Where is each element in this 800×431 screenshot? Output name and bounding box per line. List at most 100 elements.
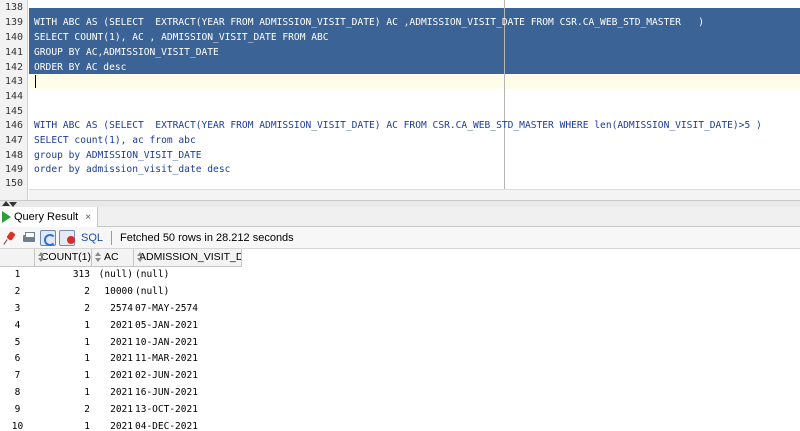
row-number-header bbox=[0, 249, 35, 267]
cell-count[interactable]: 1 bbox=[35, 368, 92, 385]
close-tab-button[interactable]: × bbox=[85, 212, 91, 223]
pin-icon[interactable] bbox=[2, 230, 18, 246]
grid-body: 1 313 (null) (null) 2 2 10000 (null) 3 2… bbox=[0, 267, 260, 431]
cell-count[interactable]: 1 bbox=[35, 351, 92, 368]
column-header-label: ADMISSION_VISIT_DATE bbox=[139, 251, 241, 263]
code-line-selected[interactable]: GROUP BY AC,ADMISSION_VISIT_DATE bbox=[34, 45, 219, 60]
table-row[interactable]: 10 1 2021 04-DEC-2021 bbox=[0, 419, 260, 431]
cell-ac[interactable]: 2021 bbox=[92, 402, 134, 419]
column-header-ac[interactable]: AC bbox=[92, 249, 134, 267]
code-line-selected[interactable]: SELECT COUNT(1), AC , ADMISSION_VISIT_DA… bbox=[34, 30, 329, 45]
fetch-status: Fetched 50 rows in 28.212 seconds bbox=[120, 231, 294, 244]
code-line[interactable]: SELECT count(1), ac from abc bbox=[34, 133, 196, 148]
row-number: 1 bbox=[14, 269, 21, 280]
row-number: 2 bbox=[14, 285, 21, 297]
text-caret bbox=[35, 75, 36, 88]
line-number: 144 bbox=[4, 91, 23, 102]
line-number: 146 bbox=[4, 120, 23, 131]
row-number: 6 bbox=[14, 353, 21, 365]
tab-query-result[interactable]: Query Result × bbox=[0, 207, 99, 227]
current-line-highlight bbox=[29, 74, 800, 89]
code-line[interactable]: WITH ABC AS (SELECT EXTRACT(YEAR FROM AD… bbox=[34, 118, 762, 133]
code-line-selected[interactable]: WITH ABC AS (SELECT EXTRACT(YEAR FROM AD… bbox=[34, 15, 704, 30]
table-row[interactable]: 9 2 2021 13-OCT-2021 bbox=[0, 402, 260, 419]
line-number: 143 bbox=[4, 76, 23, 87]
sort-icon[interactable] bbox=[95, 252, 102, 263]
cell-ac[interactable]: 2021 bbox=[92, 368, 134, 385]
column-header-count[interactable]: COUNT(1) bbox=[35, 249, 92, 267]
cell-date[interactable]: (null) bbox=[134, 284, 242, 301]
line-number: 142 bbox=[4, 62, 23, 73]
result-toolbar: SQL Fetched 50 rows in 28.212 seconds bbox=[0, 227, 800, 249]
cell-count[interactable]: 1 bbox=[35, 335, 92, 352]
row-number: 3 bbox=[14, 302, 21, 314]
line-number-gutter: 138 139 140 141 142 143 144 145 146 147 … bbox=[0, 0, 28, 200]
cell-ac[interactable]: 2021 bbox=[92, 318, 134, 335]
code-line[interactable]: order by admission_visit_date desc bbox=[34, 162, 230, 177]
code-line[interactable]: group by ADMISSION_VISIT_DATE bbox=[34, 148, 202, 163]
row-number: 5 bbox=[14, 336, 21, 348]
cell-count[interactable]: 2 bbox=[35, 402, 92, 419]
cell-count[interactable]: 313 bbox=[35, 267, 92, 284]
line-number: 139 bbox=[4, 17, 23, 28]
toolbar-divider bbox=[111, 230, 113, 245]
line-number: 138 bbox=[4, 2, 23, 13]
cell-count[interactable]: 2 bbox=[35, 301, 92, 318]
cell-ac[interactable]: 2574 bbox=[92, 301, 134, 318]
column-header-admission-visit-date[interactable]: ADMISSION_VISIT_DATE bbox=[134, 249, 242, 267]
row-number: 10 bbox=[11, 421, 24, 431]
tab-label: Query Result bbox=[14, 211, 79, 223]
code-line-selected[interactable]: ORDER BY AC desc bbox=[34, 60, 126, 75]
result-tab-bar: Query Result × bbox=[0, 207, 800, 227]
cell-ac[interactable]: 10000 bbox=[92, 284, 134, 301]
cell-count[interactable]: 1 bbox=[35, 318, 92, 335]
sql-editor[interactable]: 138 139 140 141 142 143 144 145 146 147 … bbox=[0, 0, 800, 200]
cell-date[interactable]: 16-JUN-2021 bbox=[134, 385, 242, 402]
table-row[interactable]: 1 313 (null) (null) bbox=[0, 267, 260, 284]
editor-horizontal-scrollbar[interactable] bbox=[29, 189, 800, 200]
run-icon bbox=[2, 211, 11, 223]
cell-date[interactable]: 05-JAN-2021 bbox=[134, 318, 242, 335]
table-row[interactable]: 3 2 2574 07-MAY-2574 bbox=[0, 301, 260, 318]
refresh-icon[interactable] bbox=[40, 229, 56, 246]
table-row[interactable]: 8 1 2021 16-JUN-2021 bbox=[0, 385, 260, 402]
cell-date[interactable]: 13-OCT-2021 bbox=[134, 402, 242, 419]
table-row[interactable]: 4 1 2021 05-JAN-2021 bbox=[0, 318, 260, 335]
cell-date[interactable]: 07-MAY-2574 bbox=[134, 301, 242, 318]
row-number: 7 bbox=[14, 370, 21, 382]
sort-icon[interactable] bbox=[38, 252, 43, 263]
sql-button[interactable]: SQL bbox=[81, 232, 103, 244]
cell-date[interactable]: 02-JUN-2021 bbox=[134, 368, 242, 385]
table-row[interactable]: 6 1 2021 11-MAR-2021 bbox=[0, 351, 260, 368]
line-number: 147 bbox=[4, 135, 23, 146]
table-row[interactable]: 7 1 2021 02-JUN-2021 bbox=[0, 368, 260, 385]
row-number: 4 bbox=[14, 319, 21, 331]
print-icon[interactable] bbox=[21, 230, 37, 246]
cell-count[interactable]: 1 bbox=[35, 385, 92, 402]
panel-splitter[interactable] bbox=[0, 200, 800, 207]
row-number: 9 bbox=[14, 404, 21, 416]
cell-ac[interactable]: 2021 bbox=[92, 419, 134, 431]
cell-ac[interactable]: 2021 bbox=[92, 351, 134, 368]
cancel-icon[interactable] bbox=[59, 229, 75, 246]
column-header-label: AC bbox=[104, 251, 119, 263]
row-number: 8 bbox=[14, 387, 21, 399]
line-number: 150 bbox=[4, 178, 23, 189]
column-header-label: COUNT(1) bbox=[40, 251, 91, 263]
cell-date[interactable]: (null) bbox=[134, 267, 242, 284]
cell-date[interactable]: 11-MAR-2021 bbox=[134, 351, 242, 368]
cell-ac[interactable]: 2021 bbox=[92, 335, 134, 352]
right-margin-guide bbox=[504, 0, 505, 200]
cell-count[interactable]: 2 bbox=[35, 284, 92, 301]
table-row[interactable]: 5 1 2021 10-JAN-2021 bbox=[0, 335, 260, 352]
cell-ac[interactable]: (null) bbox=[92, 267, 134, 284]
line-number: 148 bbox=[4, 150, 23, 161]
cell-count[interactable]: 1 bbox=[35, 419, 92, 431]
cell-date[interactable]: 04-DEC-2021 bbox=[134, 419, 242, 431]
cell-ac[interactable]: 2021 bbox=[92, 385, 134, 402]
line-number: 145 bbox=[4, 106, 23, 117]
cell-date[interactable]: 10-JAN-2021 bbox=[134, 335, 242, 352]
table-row[interactable]: 2 2 10000 (null) bbox=[0, 284, 260, 301]
grid-header: COUNT(1) AC ADMISSION_VISIT_DATE bbox=[0, 249, 242, 267]
result-grid[interactable]: COUNT(1) AC ADMISSION_VISIT_DATE 1 313 (… bbox=[0, 249, 800, 431]
